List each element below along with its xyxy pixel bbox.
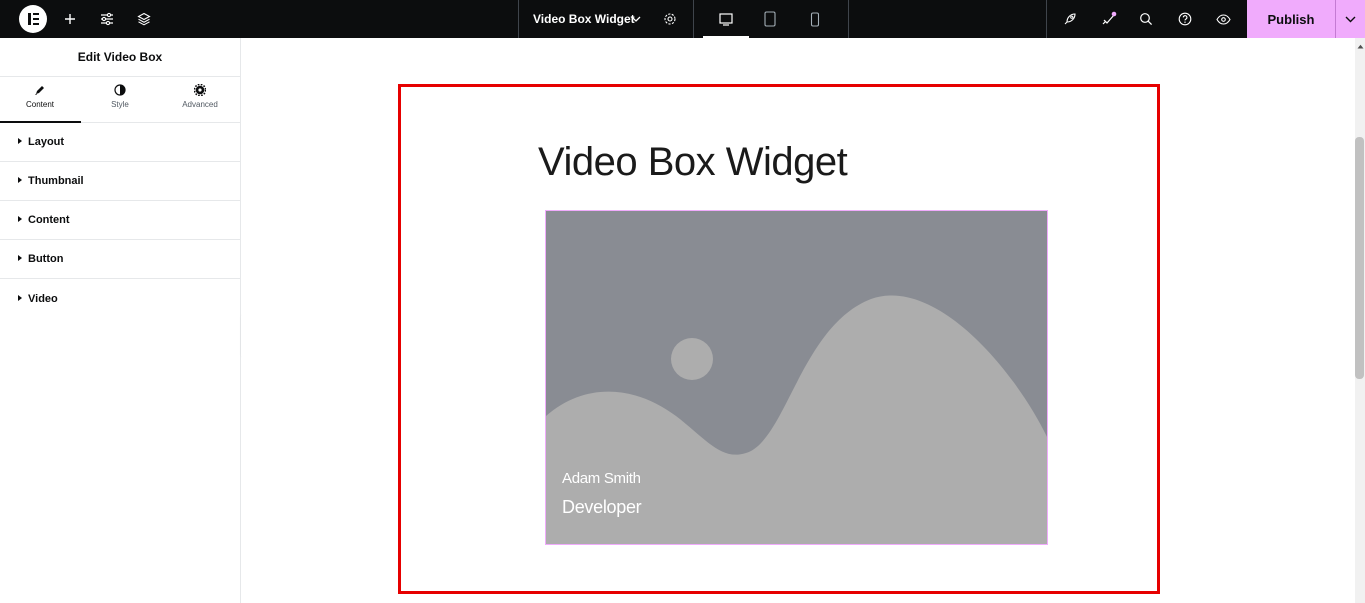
rocket-icon bbox=[1064, 13, 1076, 25]
section-layout[interactable]: Layout bbox=[0, 123, 240, 162]
add-element-button[interactable] bbox=[58, 0, 82, 38]
scrollbar-thumb[interactable] bbox=[1355, 137, 1364, 379]
caret-right-icon bbox=[18, 294, 22, 301]
section-button[interactable]: Button bbox=[0, 240, 240, 279]
mobile-view-button[interactable] bbox=[803, 0, 827, 38]
pencil-icon bbox=[35, 86, 44, 95]
preview-button[interactable] bbox=[1211, 0, 1235, 38]
active-tab-indicator bbox=[0, 121, 81, 123]
person-name: Adam Smith bbox=[562, 470, 641, 487]
rocket-button[interactable] bbox=[1058, 0, 1082, 38]
sliders-icon bbox=[101, 12, 113, 26]
tab-style-label: Style bbox=[111, 100, 129, 109]
divider bbox=[1046, 0, 1047, 38]
scroll-up-button[interactable] bbox=[1355, 40, 1365, 52]
tablet-view-button[interactable] bbox=[758, 0, 782, 38]
section-label: Video bbox=[28, 292, 58, 305]
search-icon bbox=[1140, 13, 1153, 26]
plus-icon bbox=[65, 14, 75, 24]
caret-right-icon bbox=[18, 216, 22, 222]
help-button[interactable] bbox=[1173, 0, 1197, 38]
section-label: Thumbnail bbox=[28, 175, 84, 187]
top-bar: Video Box Widget Publish bbox=[0, 0, 1365, 38]
gear-icon bbox=[194, 84, 206, 96]
desktop-icon bbox=[719, 12, 733, 26]
video-box-thumbnail[interactable]: Adam Smith Developer bbox=[545, 210, 1048, 545]
document-menu-button[interactable] bbox=[627, 0, 645, 38]
gear-icon bbox=[664, 13, 676, 25]
divider bbox=[518, 0, 519, 38]
document-title[interactable]: Video Box Widget bbox=[533, 0, 635, 38]
publish-options-button[interactable] bbox=[1336, 0, 1365, 38]
publish-button[interactable]: Publish bbox=[1247, 0, 1335, 38]
tab-style[interactable]: Style bbox=[80, 77, 160, 122]
section-label: Content bbox=[28, 214, 70, 226]
divider bbox=[848, 0, 849, 38]
caret-right-icon bbox=[18, 255, 22, 261]
site-settings-button[interactable] bbox=[95, 0, 119, 38]
whats-new-icon bbox=[1102, 11, 1117, 25]
section-content[interactable]: Content bbox=[0, 201, 240, 240]
chevron-down-icon bbox=[1345, 16, 1356, 22]
caret-right-icon bbox=[18, 177, 22, 183]
help-icon bbox=[1178, 12, 1192, 26]
caret-up-icon bbox=[1357, 44, 1363, 48]
panel-tabs: Content Style Advanced bbox=[0, 77, 240, 123]
widget-heading[interactable]: Video Box Widget bbox=[538, 140, 848, 185]
tab-content-label: Content bbox=[25, 100, 55, 109]
divider bbox=[693, 0, 694, 38]
structure-button[interactable] bbox=[132, 0, 156, 38]
contrast-icon bbox=[114, 84, 126, 96]
page-settings-button[interactable] bbox=[658, 0, 682, 38]
chevron-down-icon bbox=[631, 16, 641, 22]
tablet-icon bbox=[764, 11, 776, 27]
section-video[interactable]: Video bbox=[0, 279, 240, 318]
mobile-icon bbox=[810, 11, 820, 27]
panel-title: Edit Video Box bbox=[0, 38, 240, 77]
whats-new-button[interactable] bbox=[1097, 0, 1121, 38]
layers-icon bbox=[137, 12, 151, 26]
tab-content[interactable]: Content bbox=[0, 77, 80, 122]
desktop-view-button[interactable] bbox=[714, 0, 738, 38]
caret-right-icon bbox=[18, 138, 22, 144]
tab-advanced[interactable]: Advanced bbox=[160, 77, 240, 122]
preview-eye-icon bbox=[1215, 13, 1231, 25]
search-button[interactable] bbox=[1134, 0, 1158, 38]
section-label: Button bbox=[28, 253, 64, 265]
tab-advanced-label: Advanced bbox=[182, 100, 218, 109]
elementor-logo-icon[interactable] bbox=[19, 5, 47, 33]
image-placeholder-icon bbox=[546, 211, 1047, 544]
editor-panel: Edit Video Box Content Style Advanced La… bbox=[0, 38, 241, 603]
section-thumbnail[interactable]: Thumbnail bbox=[0, 162, 240, 201]
person-role: Developer bbox=[562, 497, 642, 517]
section-label: Layout bbox=[28, 136, 65, 148]
